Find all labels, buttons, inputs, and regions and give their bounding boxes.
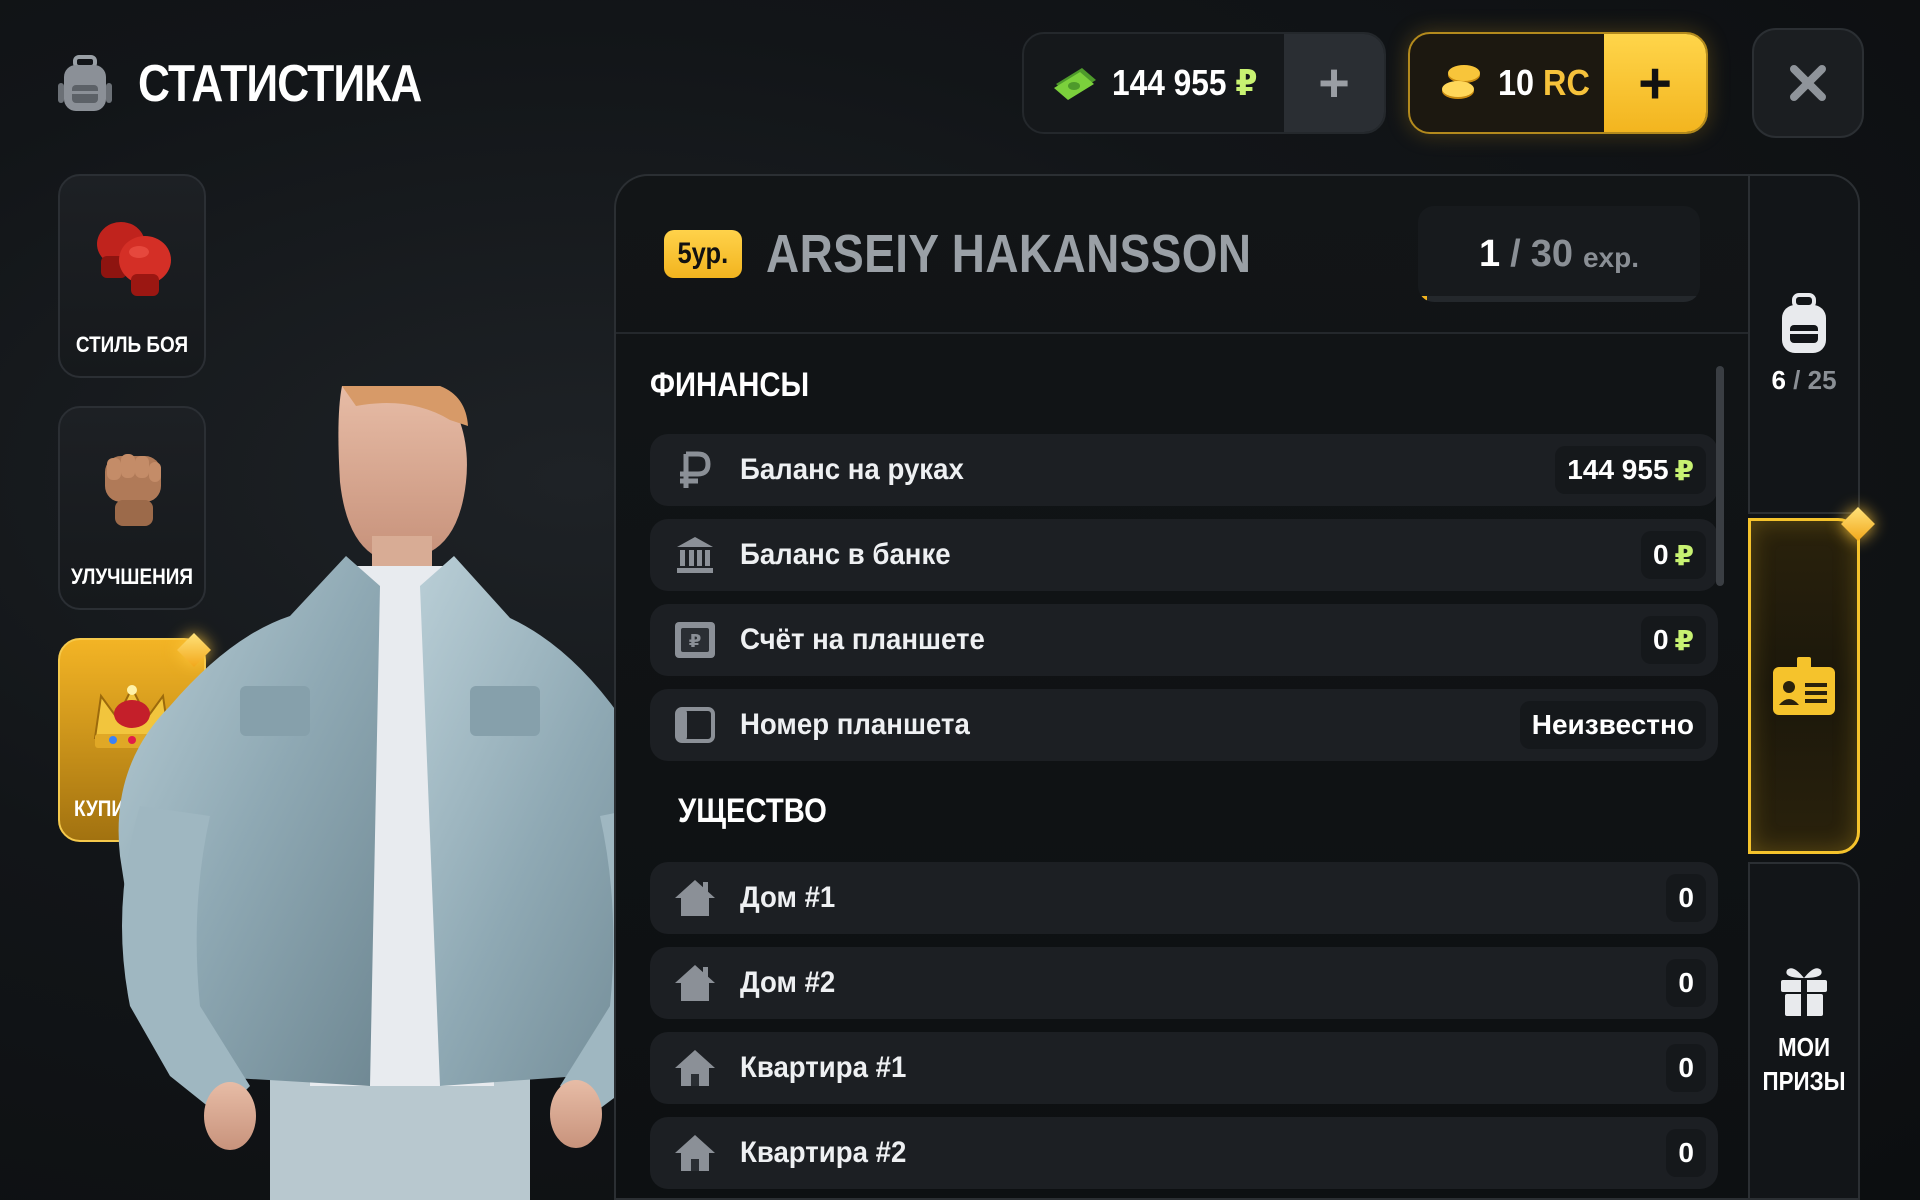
finance-row-cash: Баланс на руках 144 955 ₽ bbox=[650, 434, 1718, 506]
exp-unit: exp. bbox=[1582, 242, 1639, 273]
house-icon bbox=[672, 960, 718, 1006]
experience-box: 1 / 30 exp. bbox=[1418, 206, 1700, 302]
right-sidebar: 6 / 25 МОИ ПРИЗЫ bbox=[1748, 174, 1875, 1200]
tab-buy[interactable]: КУПИ bbox=[58, 633, 211, 842]
tab-fighting-style[interactable]: СТИЛЬ БОЯ bbox=[58, 174, 206, 378]
apartment-icon bbox=[672, 1130, 718, 1176]
player-header: 5ур. ARSEIY HAKANSSON 1 / 30 exp. bbox=[616, 176, 1748, 334]
row-value: 0 bbox=[1666, 874, 1706, 922]
finance-row-bank: Баланс в банке 0 ₽ bbox=[650, 519, 1718, 591]
row-value: Неизвестно bbox=[1519, 701, 1706, 749]
inventory-count: 6 / 25 bbox=[1771, 364, 1837, 395]
rc-label: RC bbox=[1543, 62, 1590, 103]
property-row-house-2: Дом #2 0 bbox=[650, 947, 1718, 1019]
stats-panel: 5ур. ARSEIY HAKANSSON 1 / 30 exp. ФИНАНС… bbox=[614, 174, 1748, 1200]
page-header: СТАТИСТИКА bbox=[58, 50, 472, 118]
rc-balance: 10 RC + bbox=[1408, 32, 1708, 134]
house-icon bbox=[672, 875, 718, 921]
add-money-button[interactable]: + bbox=[1284, 34, 1384, 132]
exp-separator: / bbox=[1510, 232, 1521, 275]
exp-progress-bar bbox=[1418, 296, 1700, 302]
row-value: 0 ₽ bbox=[1640, 616, 1706, 664]
section-title-finance: ФИНАНСЫ bbox=[650, 366, 810, 404]
add-rc-button[interactable]: + bbox=[1604, 34, 1706, 132]
my-prizes-button[interactable]: МОИ ПРИЗЫ bbox=[1748, 862, 1860, 1200]
finance-row-tablet-account: ₽ Счёт на планшете 0 ₽ bbox=[650, 604, 1718, 676]
fist-icon bbox=[105, 454, 161, 526]
id-card-icon bbox=[1773, 657, 1835, 715]
tab-label: УЛУЧШЕНИЯ bbox=[71, 564, 193, 589]
property-row-house-1: Дом #1 0 bbox=[650, 862, 1718, 934]
row-value: 0 bbox=[1666, 1044, 1706, 1092]
ruble-sign: ₽ bbox=[1235, 62, 1258, 103]
inventory-button[interactable]: 6 / 25 bbox=[1748, 174, 1860, 514]
tablet-wallet-icon: ₽ bbox=[672, 617, 718, 663]
row-value: 0 ₽ bbox=[1640, 531, 1706, 579]
close-button[interactable] bbox=[1752, 28, 1864, 138]
tab-label: СТИЛЬ БОЯ bbox=[75, 332, 189, 357]
scrollbar[interactable] bbox=[1716, 366, 1724, 586]
row-value: 144 955 ₽ bbox=[1555, 446, 1706, 494]
row-value: 0 bbox=[1666, 1129, 1706, 1177]
ruble-icon bbox=[672, 447, 718, 493]
property-row-apartment-1: Квартира #1 0 bbox=[650, 1032, 1718, 1104]
rc-amount: 10 bbox=[1498, 62, 1535, 103]
section-title-property: УЩЕСТВО bbox=[678, 792, 827, 830]
tablet-icon bbox=[672, 702, 718, 748]
exp-current: 1 bbox=[1478, 232, 1501, 275]
exp-progress-fill bbox=[1418, 296, 1428, 302]
row-value: 0 bbox=[1666, 959, 1706, 1007]
backpack-icon bbox=[58, 55, 112, 111]
cash-icon bbox=[1054, 68, 1096, 100]
apartment-icon bbox=[672, 1045, 718, 1091]
finance-row-tablet-number: Номер планшета Неизвестно bbox=[650, 689, 1718, 761]
bank-icon bbox=[672, 532, 718, 578]
new-badge-icon bbox=[177, 633, 211, 667]
tab-upgrades[interactable]: УЛУЧШЕНИЯ bbox=[58, 406, 206, 610]
gift-icon bbox=[1781, 968, 1827, 1016]
stats-tab-button[interactable] bbox=[1748, 518, 1860, 854]
close-icon bbox=[1790, 65, 1826, 101]
coins-icon bbox=[1442, 65, 1480, 99]
exp-max: 30 bbox=[1530, 232, 1573, 275]
money-balance: 144 955 ₽ + bbox=[1022, 32, 1386, 134]
crown-icon bbox=[93, 685, 171, 748]
page-title: СТАТИСТИКА bbox=[138, 55, 422, 113]
backpack-icon bbox=[1782, 292, 1826, 353]
property-row-apartment-2: Квартира #2 0 bbox=[650, 1117, 1718, 1189]
boxing-gloves-icon bbox=[97, 222, 171, 296]
level-badge: 5ур. bbox=[664, 230, 742, 278]
money-amount: 144 955 bbox=[1112, 62, 1227, 103]
my-prizes-label: МОИ ПРИЗЫ bbox=[1762, 1032, 1846, 1096]
tab-label: КУПИ bbox=[74, 796, 125, 821]
player-name: ARSEIY HAKANSSON bbox=[766, 224, 1252, 284]
svg-text:₽: ₽ bbox=[689, 631, 702, 652]
